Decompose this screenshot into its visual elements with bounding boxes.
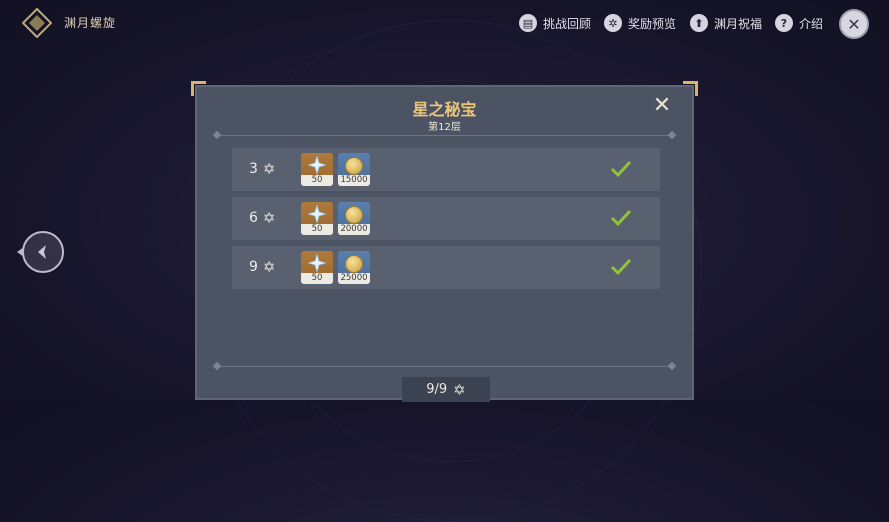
- app-title: 渊月螺旋: [64, 16, 117, 30]
- star-icon: ✡: [262, 160, 276, 178]
- top-bar: 渊月螺旋 ▤ 挑战回顾 ✲ 奖励预览 ⬆ 渊月祝福 ? 介绍 ✕: [0, 0, 889, 46]
- star-icon: ✡: [262, 258, 276, 276]
- intro-button[interactable]: ? 介绍: [775, 12, 823, 34]
- challenge-review-button[interactable]: ▤ 挑战回顾: [519, 12, 591, 34]
- mora-reward[interactable]: 15000: [338, 153, 370, 186]
- abyss-blessing-label: 渊月祝福: [714, 16, 763, 31]
- reward-preview-button[interactable]: ✲ 奖励预览: [604, 12, 676, 34]
- primogem-reward[interactable]: 50: [301, 153, 333, 186]
- reward-row: 3 ✡ 50 15000: [232, 148, 660, 191]
- star-progress: 9/9 ✡: [402, 377, 490, 402]
- abyss-blessing-button[interactable]: ⬆ 渊月祝福: [690, 12, 762, 34]
- primogem-reward[interactable]: 50: [301, 251, 333, 284]
- primogem-icon: [308, 205, 326, 223]
- abyss-logo-icon: [22, 8, 52, 38]
- reward-qty: 25000: [338, 273, 370, 284]
- primogem-reward[interactable]: 50: [301, 202, 333, 235]
- star-count: 9: [249, 259, 258, 275]
- mora-reward[interactable]: 20000: [338, 202, 370, 235]
- chevron-left-icon: [38, 245, 46, 259]
- panel-subtitle: 第12层: [428, 122, 461, 133]
- primogem-icon: [308, 254, 326, 272]
- back-button[interactable]: [17, 231, 64, 273]
- intro-label: 介绍: [799, 16, 824, 31]
- divider: [217, 135, 672, 136]
- mora-coin-icon: [345, 157, 363, 175]
- star-icon: ✡: [262, 209, 276, 227]
- panel-corner: [191, 81, 206, 96]
- star-rewards-panel: 星之秘宝 第12层 ✕ 3 ✡ 50 15000 6 ✡ 50 20000 9 …: [191, 81, 698, 402]
- reward-qty: 50: [301, 175, 333, 186]
- reward-qty: 50: [301, 224, 333, 235]
- reward-qty: 50: [301, 273, 333, 284]
- mora-coin-icon: [345, 206, 363, 224]
- panel-title: 星之秘宝: [412, 100, 477, 119]
- progress-text: 9/9: [426, 382, 448, 397]
- check-icon: [610, 160, 632, 178]
- primogem-icon: [308, 156, 326, 174]
- reward-preview-label: 奖励预览: [628, 16, 677, 31]
- up-arrow-icon: ⬆: [690, 14, 708, 32]
- reward-qty: 15000: [338, 175, 370, 186]
- challenge-review-label: 挑战回顾: [543, 16, 592, 31]
- panel-close-icon[interactable]: ✕: [652, 95, 672, 117]
- star-requirement: 9 ✡: [249, 258, 276, 276]
- close-icon[interactable]: ✕: [839, 9, 869, 39]
- star-count: 6: [249, 210, 258, 226]
- mora-reward[interactable]: 25000: [338, 251, 370, 284]
- question-icon: ?: [775, 14, 793, 32]
- book-icon: ▤: [519, 14, 537, 32]
- check-icon: [610, 209, 632, 227]
- reward-row: 6 ✡ 50 20000: [232, 197, 660, 240]
- reward-row: 9 ✡ 50 25000: [232, 246, 660, 289]
- divider: [217, 366, 672, 367]
- check-icon: [610, 258, 632, 276]
- panel-corner: [683, 81, 698, 96]
- mora-coin-icon: [345, 255, 363, 273]
- reward-qty: 20000: [338, 224, 370, 235]
- star-requirement: 3 ✡: [249, 160, 276, 178]
- star-count: 3: [249, 161, 258, 177]
- star-icon: ✡: [453, 380, 466, 399]
- star-requirement: 6 ✡: [249, 209, 276, 227]
- gear-icon: ✲: [604, 14, 622, 32]
